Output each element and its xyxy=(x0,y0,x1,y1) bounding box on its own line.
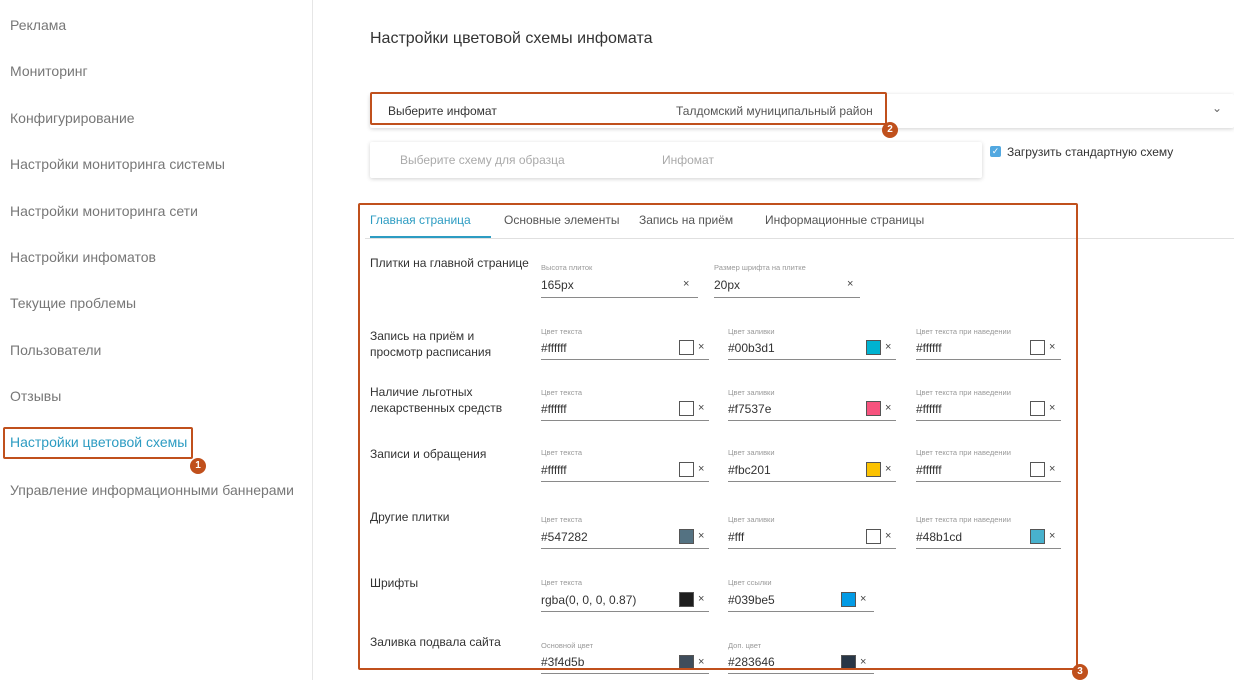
sidebar-item-ads[interactable]: Реклама xyxy=(10,17,66,33)
input-underline xyxy=(728,673,874,674)
sidebar: Реклама Мониторинг Конфигурирование Наст… xyxy=(0,0,313,680)
input-underline xyxy=(541,673,709,674)
sidebar-item-monitoring[interactable]: Мониторинг xyxy=(10,63,88,79)
page-title: Настройки цветовой схемы инфомата xyxy=(370,30,653,47)
sidebar-item-infomat-settings[interactable]: Настройки инфоматов xyxy=(10,249,156,265)
callout-frame-3 xyxy=(358,203,1078,670)
sidebar-item-network-monitoring[interactable]: Настройки мониторинга сети xyxy=(10,203,198,219)
load-default-checkbox[interactable]: ✓ xyxy=(990,146,1001,157)
sidebar-item-reviews[interactable]: Отзывы xyxy=(10,388,61,404)
load-default-label: Загрузить стандартную схему xyxy=(1007,145,1174,159)
callout-frame-1 xyxy=(3,427,193,459)
sidebar-item-users[interactable]: Пользователи xyxy=(10,342,101,358)
callout-badge-3: 3 xyxy=(1072,664,1088,680)
sidebar-item-current-problems[interactable]: Текущие проблемы xyxy=(10,295,136,311)
sidebar-item-system-monitoring[interactable]: Настройки мониторинга системы xyxy=(10,156,225,172)
callout-badge-1: 1 xyxy=(190,458,206,474)
scheme-select[interactable]: Выберите схему для образца Инфомат xyxy=(370,142,982,178)
scheme-select-label: Выберите схему для образца xyxy=(400,153,565,167)
callout-frame-2 xyxy=(370,92,887,125)
chevron-down-icon[interactable]: ⌄ xyxy=(1212,101,1222,115)
scheme-select-value: Инфомат xyxy=(662,153,714,167)
sidebar-item-configuration[interactable]: Конфигурирование xyxy=(10,110,135,126)
callout-badge-2: 2 xyxy=(882,122,898,138)
sidebar-item-banners[interactable]: Управление информационными баннерами xyxy=(10,482,294,498)
